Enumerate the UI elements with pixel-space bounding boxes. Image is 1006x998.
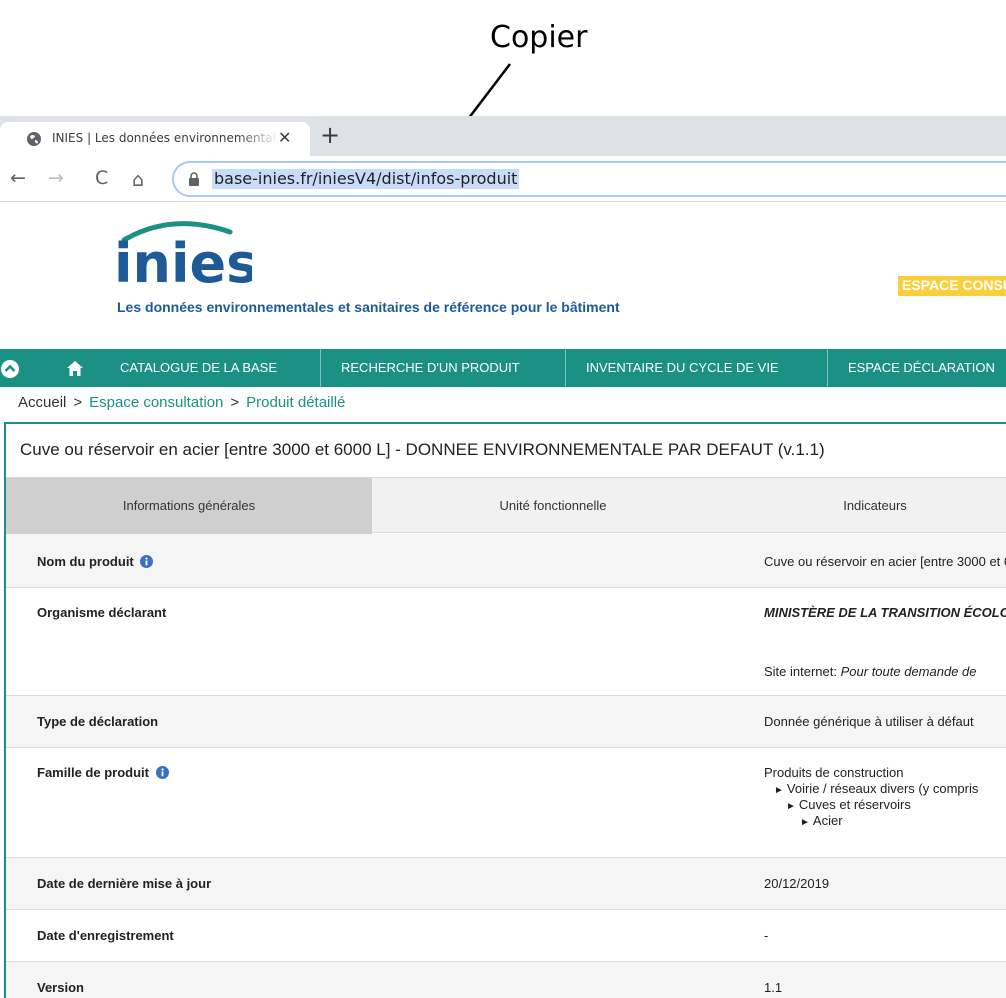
- logo-wordmark: inies: [114, 232, 252, 288]
- forward-button[interactable]: →: [48, 166, 64, 190]
- espace-consultation-button[interactable]: ESPACE CONSULTATION: [898, 276, 1006, 296]
- info-icon[interactable]: [140, 555, 154, 568]
- site-internet-link[interactable]: Pour toute demande de: [841, 664, 977, 679]
- breadcrumb-separator: >: [230, 394, 240, 411]
- browser-tab[interactable]: INIES | Les données environnementales et…: [0, 122, 310, 156]
- row-type-declaration: Type de déclaration Donnée générique à u…: [6, 696, 1006, 748]
- breadcrumb-current[interactable]: Produit détaillé: [246, 394, 345, 411]
- address-bar[interactable]: base-inies.fr/iniesV4/dist/infos-produit: [172, 161, 1006, 197]
- back-button[interactable]: ←: [10, 166, 26, 190]
- row-nom-produit: Nom du produit Cuve ou réservoir en acie…: [6, 534, 1006, 588]
- reload-button[interactable]: C: [95, 166, 108, 190]
- nav-catalogue[interactable]: CATALOGUE DE LA BASE: [100, 349, 320, 387]
- nav-inventaire[interactable]: INVENTAIRE DU CYCLE DE VIE: [565, 349, 827, 387]
- close-icon[interactable]: ✕: [278, 128, 291, 147]
- row-label: Version: [37, 980, 84, 995]
- chevron-up-icon[interactable]: [0, 359, 20, 379]
- browser-tabstrip: INIES | Les données environnementales et…: [0, 116, 1006, 156]
- breadcrumb-consultation[interactable]: Espace consultation: [89, 394, 223, 411]
- row-date-maj: Date de dernière mise à jour 20/12/2019: [6, 858, 1006, 910]
- tab-informations-generales[interactable]: Informations générales: [6, 478, 372, 534]
- new-tab-button[interactable]: +: [320, 122, 340, 148]
- home-icon[interactable]: [66, 360, 84, 377]
- nav-recherche[interactable]: RECHERCHE D'UN PRODUIT: [320, 349, 565, 387]
- product-panel: Cuve ou réservoir en acier [entre 3000 e…: [4, 422, 1006, 998]
- row-label: Date d'enregistrement: [37, 928, 174, 943]
- row-label: Date de dernière mise à jour: [37, 876, 212, 891]
- row-organisme-declarant: Organisme déclarant MINISTÈRE DE LA TRAN…: [6, 588, 1006, 696]
- row-value: -: [764, 928, 769, 943]
- row-label: Famille de produit: [37, 765, 169, 780]
- tab-indicateurs[interactable]: Indicateurs: [734, 478, 1006, 534]
- row-site-internet: Site internet: Pour toute demande de: [764, 664, 977, 679]
- row-value: Cuve ou réservoir en acier [entre 3000 e…: [764, 554, 1006, 569]
- breadcrumb-home[interactable]: Accueil: [18, 394, 66, 411]
- row-version: Version 1.1: [6, 962, 1006, 998]
- product-tabs: Informations générales Unité fonctionnel…: [6, 477, 1006, 534]
- tab-unite-fonctionnelle[interactable]: Unité fonctionnelle: [372, 478, 734, 534]
- site-tagline: Les données environnementales et sanitai…: [117, 299, 620, 315]
- row-date-enregistrement: Date d'enregistrement -: [6, 910, 1006, 962]
- nav-espace-declaration[interactable]: ESPACE DÉCLARATION: [827, 349, 1006, 387]
- row-label: Type de déclaration: [37, 714, 159, 729]
- inies-logo[interactable]: inies: [112, 218, 252, 288]
- row-value: MINISTÈRE DE LA TRANSITION ÉCOLOGIQUE: [764, 605, 1006, 620]
- product-title: Cuve ou réservoir en acier [entre 3000 e…: [20, 440, 825, 459]
- row-value: 1.1: [764, 980, 783, 995]
- row-label: Nom du produit: [37, 554, 154, 569]
- globe-icon: [27, 132, 41, 146]
- breadcrumb: Accueil > Espace consultation > Produit déta…: [18, 394, 345, 411]
- breadcrumb-separator: >: [73, 394, 83, 411]
- famille-level-3: ► Acier: [800, 813, 843, 828]
- row-famille-produit: Famille de produit Produits de construct…: [6, 748, 1006, 858]
- row-value: Donnée générique à utiliser à défaut: [764, 714, 974, 729]
- main-navbar: CATALOGUE DE LA BASE RECHERCHE D'UN PROD…: [0, 349, 1006, 387]
- row-label: Organisme déclarant: [37, 605, 167, 620]
- lock-icon: [189, 172, 199, 186]
- row-value: 20/12/2019: [764, 876, 830, 891]
- tab-title-fade: [238, 126, 278, 152]
- annotation-label: Copier: [490, 20, 588, 55]
- info-icon[interactable]: [155, 766, 169, 779]
- famille-level-0: Produits de construction: [764, 765, 904, 780]
- url-text[interactable]: base-inies.fr/iniesV4/dist/infos-produit: [212, 169, 520, 189]
- home-button[interactable]: ⌂: [132, 168, 144, 192]
- browser-toolbar: ← → C ⌂ base-inies.fr/iniesV4/dist/infos…: [0, 156, 1006, 202]
